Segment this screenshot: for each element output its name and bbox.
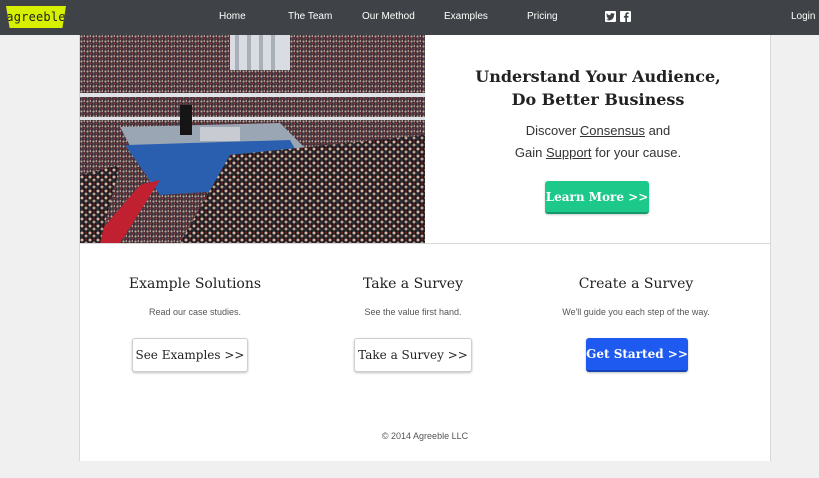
- example-solutions-column: Example Solutions Read our case studies.…: [80, 275, 310, 372]
- hero-sub-text: and: [644, 123, 671, 138]
- hero-text-block: Understand Your Audience, Do Better Busi…: [425, 35, 771, 243]
- hero-subtitle-line1: Discover Consensus and: [425, 120, 771, 142]
- learn-more-button[interactable]: Learn More >>: [545, 181, 649, 214]
- consensus-link[interactable]: Consensus: [580, 123, 645, 138]
- take-survey-button[interactable]: Take a Survey >>: [354, 338, 472, 372]
- section-divider: [80, 243, 770, 244]
- nav-home[interactable]: Home: [219, 11, 246, 22]
- column-title: Example Solutions: [128, 276, 262, 292]
- facebook-f-glyph: [623, 11, 629, 22]
- login-link[interactable]: Login: [791, 11, 815, 22]
- crowd-illustration: [80, 35, 425, 243]
- nav-our-method[interactable]: Our Method: [362, 11, 415, 22]
- main-panel: Understand Your Audience, Do Better Busi…: [79, 35, 771, 461]
- take-survey-column: Take a Survey See the value first hand. …: [298, 275, 528, 372]
- column-description: Read our case studies.: [148, 307, 242, 317]
- see-examples-button[interactable]: See Examples >>: [132, 338, 248, 372]
- hero-sub-text: Discover: [525, 123, 580, 138]
- nav-the-team[interactable]: The Team: [288, 11, 332, 22]
- hero-sub-text: for your cause.: [591, 145, 682, 160]
- create-survey-column: Create a Survey We'll guide you each ste…: [521, 275, 751, 372]
- footer-copyright: © 2014 Agreeble LLC: [381, 431, 469, 441]
- hero-subtitle: Discover Consensus and Gain Support for …: [425, 120, 771, 164]
- column-description: See the value first hand.: [364, 307, 462, 317]
- twitter-icon[interactable]: [605, 11, 616, 22]
- facebook-icon[interactable]: [620, 11, 631, 22]
- column-title: Create a Survey: [578, 276, 694, 292]
- hero-crowd-image: [80, 35, 425, 243]
- get-started-button[interactable]: Get Started >>: [586, 338, 688, 372]
- hero-sub-text: Gain: [514, 145, 546, 160]
- hero-title-line2: Do Better Business: [511, 90, 685, 109]
- agreeble-logo[interactable]: agreeble: [6, 6, 66, 28]
- nav-pricing[interactable]: Pricing: [527, 11, 558, 22]
- support-link[interactable]: Support: [546, 145, 592, 160]
- hero-subtitle-line2: Gain Support for your cause.: [425, 142, 771, 164]
- column-title: Take a Survey: [362, 276, 464, 292]
- top-navbar: agreeble Home The Team Our Method Exampl…: [0, 0, 819, 35]
- twitter-bird-glyph: [606, 12, 615, 20]
- column-description: We'll guide you each step of the way.: [562, 307, 710, 317]
- hero-title: Understand Your Audience, Do Better Busi…: [425, 65, 771, 111]
- nav-examples[interactable]: Examples: [444, 11, 488, 22]
- hero-title-line1: Understand Your Audience,: [475, 67, 721, 86]
